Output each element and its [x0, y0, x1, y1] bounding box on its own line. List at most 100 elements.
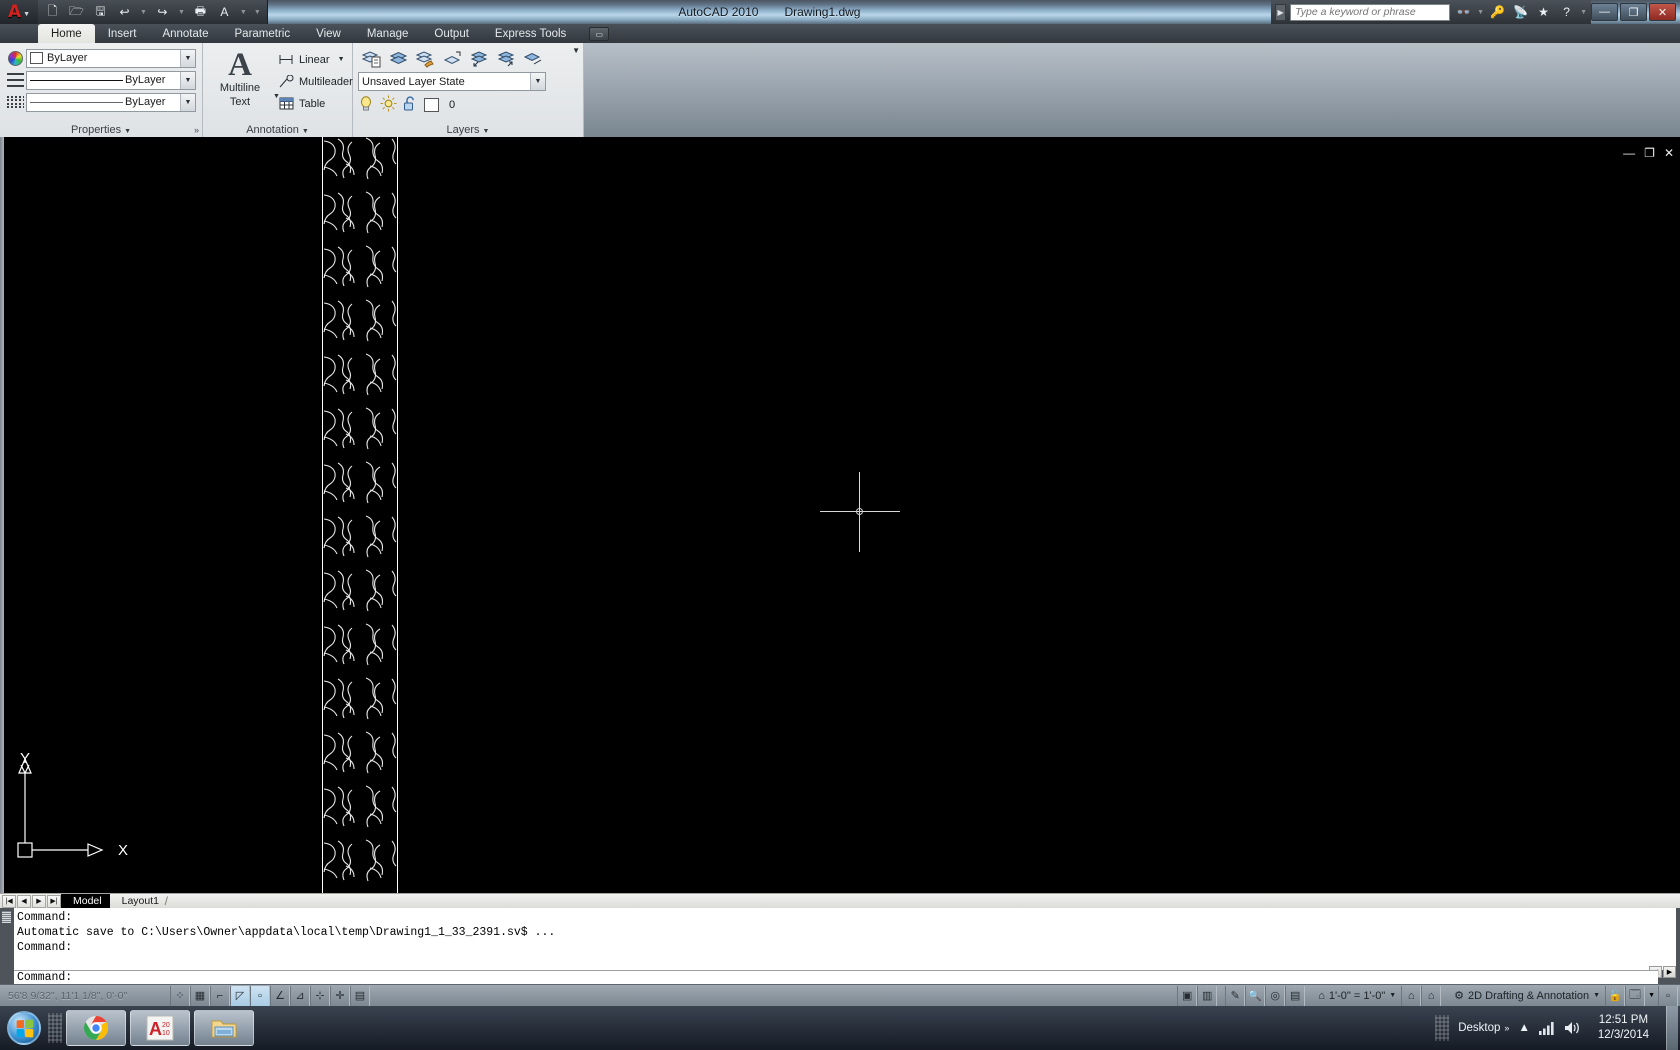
chevron-down-icon[interactable]: ▼: [1593, 992, 1600, 999]
showmotion-button[interactable]: ▤: [1285, 985, 1306, 1006]
linetype-dropdown[interactable]: ByLayer ▼: [26, 92, 196, 112]
taskbar-chrome-icon[interactable]: [66, 1010, 126, 1046]
tab-view[interactable]: View: [303, 24, 354, 43]
snap-mode-button[interactable]: ▦: [190, 985, 210, 1006]
save-icon[interactable]: 🖫: [92, 4, 109, 21]
tab-layout1[interactable]: Layout1 /: [110, 894, 168, 909]
overflow-icon[interactable]: »: [1504, 1023, 1509, 1033]
panel-expand-icon[interactable]: »: [194, 125, 199, 135]
taskbar-explorer-icon[interactable]: [194, 1010, 254, 1046]
desktop-toolbar[interactable]: Desktop »: [1458, 1022, 1509, 1034]
ortho-mode-button[interactable]: ◸: [230, 985, 250, 1006]
help-dropdown-icon[interactable]: ▼: [1580, 9, 1587, 16]
linear-dimension-button[interactable]: Linear ▼: [277, 49, 345, 70]
drawing-close-icon[interactable]: ✕: [1664, 146, 1674, 160]
tab-annotate[interactable]: Annotate: [149, 24, 221, 43]
search-dropdown-icon[interactable]: ▼: [1477, 9, 1484, 16]
taskbar-grip[interactable]: [48, 1013, 62, 1043]
redo-dropdown-icon[interactable]: ▼: [178, 9, 185, 16]
layer-properties-icon[interactable]: [358, 46, 384, 70]
dynamic-input-button[interactable]: ✛: [330, 985, 350, 1006]
infocenter-icon[interactable]: 👓: [1454, 3, 1473, 22]
search-input[interactable]: [1290, 3, 1451, 21]
annotation-scale-control[interactable]: ⌂ 1'-0" = 1'-0" ▼: [1313, 986, 1401, 1006]
undo-dropdown-icon[interactable]: ▼: [140, 9, 147, 16]
volume-icon[interactable]: [1564, 1021, 1581, 1035]
model-space-button[interactable]: ▣: [1177, 985, 1198, 1006]
polar-tracking-button[interactable]: ▫: [250, 985, 270, 1006]
layer-stack-icon[interactable]: [385, 46, 411, 70]
chevron-down-icon[interactable]: ▼: [1389, 992, 1396, 999]
layer-match-icon[interactable]: [412, 46, 438, 70]
annotation-visibility-button[interactable]: ⌂: [1401, 985, 1422, 1006]
chevron-down-icon[interactable]: ▼: [530, 73, 545, 90]
layer-unisolate-icon[interactable]: [493, 46, 519, 70]
chevron-down-icon[interactable]: ▼: [180, 71, 195, 89]
object-color-dropdown[interactable]: ByLayer ▼: [26, 48, 196, 68]
layer-state-dropdown[interactable]: Unsaved Layer State ▼: [358, 72, 546, 91]
taskbar-autocad-icon[interactable]: A 20 10: [130, 1010, 190, 1046]
panel-title-annotation[interactable]: Annotation ▼: [203, 124, 352, 136]
expand-status-icon[interactable]: ▫: [1658, 985, 1678, 1006]
chevron-down-icon[interactable]: ▼: [338, 56, 345, 63]
layer-freeze-icon[interactable]: [520, 46, 546, 70]
tab-insert[interactable]: Insert: [95, 24, 150, 43]
object-snap-tracking-button[interactable]: ⊿: [290, 985, 310, 1006]
restore-button[interactable]: ❐: [1620, 3, 1647, 21]
tab-express-tools[interactable]: Express Tools: [482, 24, 579, 43]
clean-screen-icon[interactable]: 🗔: [1625, 985, 1646, 1006]
minimize-button[interactable]: —: [1591, 3, 1618, 21]
layer-on-bulb-icon[interactable]: [358, 95, 374, 115]
allow-ucs-button[interactable]: ⊹: [310, 985, 330, 1006]
multiline-text-button[interactable]: A Multiline Text: [209, 47, 271, 115]
table-button[interactable]: Table: [277, 93, 325, 114]
tab-manage[interactable]: Manage: [354, 24, 422, 43]
redo-icon[interactable]: ↪: [154, 4, 171, 21]
communication-center-icon[interactable]: 📡: [1511, 3, 1530, 22]
clock[interactable]: 12:51 PM 12/3/2014: [1590, 1013, 1657, 1043]
previous-layout-icon[interactable]: ◀: [17, 894, 31, 908]
panel-title-properties[interactable]: Properties ▼: [0, 124, 202, 136]
zoom-button[interactable]: 🔍: [1245, 985, 1266, 1006]
close-button[interactable]: ✕: [1649, 3, 1676, 21]
tab-model[interactable]: Model: [61, 893, 110, 909]
tab-output[interactable]: Output: [421, 24, 482, 43]
lineweight-button[interactable]: ▤: [350, 985, 370, 1006]
layout-space-button[interactable]: ▥: [1197, 985, 1218, 1006]
plot-icon[interactable]: 🖶: [192, 4, 209, 21]
network-icon[interactable]: [1538, 1021, 1555, 1035]
layer-color-swatch[interactable]: [424, 98, 439, 112]
undo-icon[interactable]: ↩: [116, 4, 133, 21]
drawing-restore-icon[interactable]: ❐: [1644, 146, 1655, 160]
text-style-dropdown-icon[interactable]: ▼: [240, 9, 247, 16]
scroll-right-icon[interactable]: ▶: [1663, 966, 1676, 978]
auto-scale-button[interactable]: ⌂: [1421, 985, 1442, 1006]
text-style-icon[interactable]: A: [216, 4, 233, 21]
layer-freeze-sun-icon[interactable]: [380, 95, 397, 115]
layer-make-current-icon[interactable]: [439, 46, 465, 70]
workspace-switcher[interactable]: ⚙ 2D Drafting & Annotation ▼: [1449, 986, 1605, 1006]
favorites-star-icon[interactable]: ★: [1534, 3, 1553, 22]
lineweight-icon[interactable]: [4, 71, 26, 90]
panel-title-layers[interactable]: Layers ▼: [353, 124, 583, 136]
coordinate-display[interactable]: 56'8 9/32", 11'1 1/8", 0'-0": [0, 990, 170, 1002]
layers-panel-chevron-icon[interactable]: ▼: [572, 46, 580, 55]
toolbar-lock-icon[interactable]: 🔓: [1605, 985, 1626, 1006]
layer-unlock-icon[interactable]: [403, 95, 418, 115]
color-wheel-icon[interactable]: [4, 49, 26, 68]
quick-properties-button[interactable]: ✎: [1225, 985, 1246, 1006]
linetype-icon[interactable]: [4, 93, 26, 112]
tab-home[interactable]: Home: [38, 24, 95, 43]
layer-isolate-icon[interactable]: [466, 46, 492, 70]
command-line-grip[interactable]: [2, 911, 11, 923]
chevron-down-icon[interactable]: ▼: [180, 93, 195, 111]
tab-parametric[interactable]: Parametric: [222, 24, 304, 43]
chevron-down-icon[interactable]: ▼: [180, 49, 195, 67]
subscription-key-icon[interactable]: 🔑: [1488, 3, 1507, 22]
steering-wheel-button[interactable]: ◎: [1265, 985, 1286, 1006]
new-icon[interactable]: 🗋: [44, 4, 61, 21]
last-layout-icon[interactable]: ▶|: [47, 894, 61, 908]
status-menu-icon[interactable]: ▼: [1645, 992, 1658, 999]
next-layout-icon[interactable]: ▶: [32, 894, 46, 908]
drawing-area[interactable]: — ❐ ✕ X Y: [0, 137, 1680, 893]
